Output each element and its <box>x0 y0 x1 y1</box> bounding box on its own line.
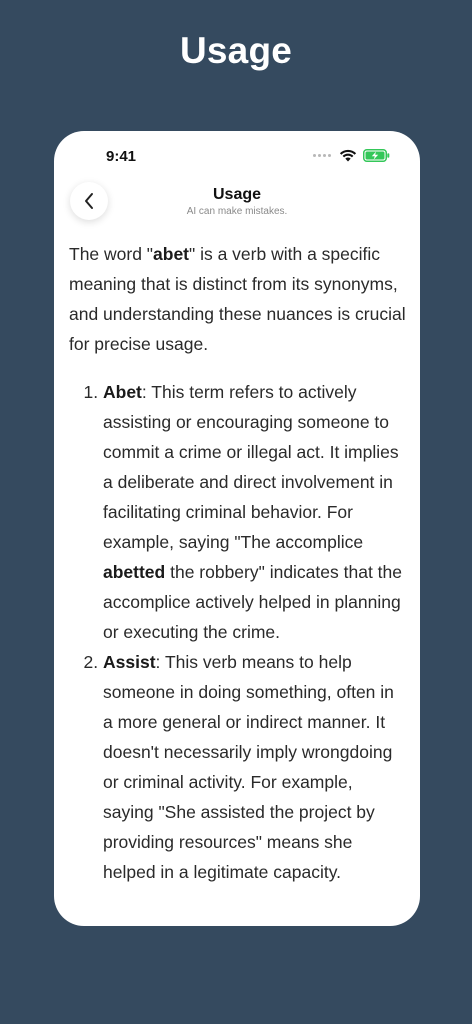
usage-content: The word "abet" is a verb with a specifi… <box>69 239 407 887</box>
status-icons <box>313 149 390 162</box>
usage-list: Abet: This term refers to actively assis… <box>69 377 407 887</box>
list-item-text: : This verb means to help someone in doi… <box>103 652 394 882</box>
list-item: Abet: This term refers to actively assis… <box>103 377 407 647</box>
wifi-icon <box>339 149 357 162</box>
battery-charging-icon <box>363 149 390 162</box>
list-item-text: : This term refers to actively assisting… <box>103 382 399 552</box>
list-item: Assist: This verb means to help someone … <box>103 647 407 887</box>
page-title: Usage <box>179 30 293 71</box>
intro-term: abet <box>153 244 190 264</box>
nav-title: Usage <box>212 186 262 203</box>
status-bar: 9:41 <box>54 131 420 179</box>
phone-screen: 9:41 Usage AI can make mistakes. The wor… <box>54 131 420 926</box>
list-item-bold-word: abetted <box>103 562 166 582</box>
list-item-term: Abet <box>103 382 142 402</box>
nav-bar: Usage AI can make mistakes. <box>54 179 420 225</box>
intro-text: The word " <box>69 244 154 264</box>
status-time: 9:41 <box>106 148 137 165</box>
list-item-term: Assist <box>103 652 156 672</box>
ai-disclaimer: AI can make mistakes. <box>186 206 288 217</box>
signal-dots-icon <box>313 154 331 157</box>
intro-paragraph: The word "abet" is a verb with a specifi… <box>69 239 407 359</box>
